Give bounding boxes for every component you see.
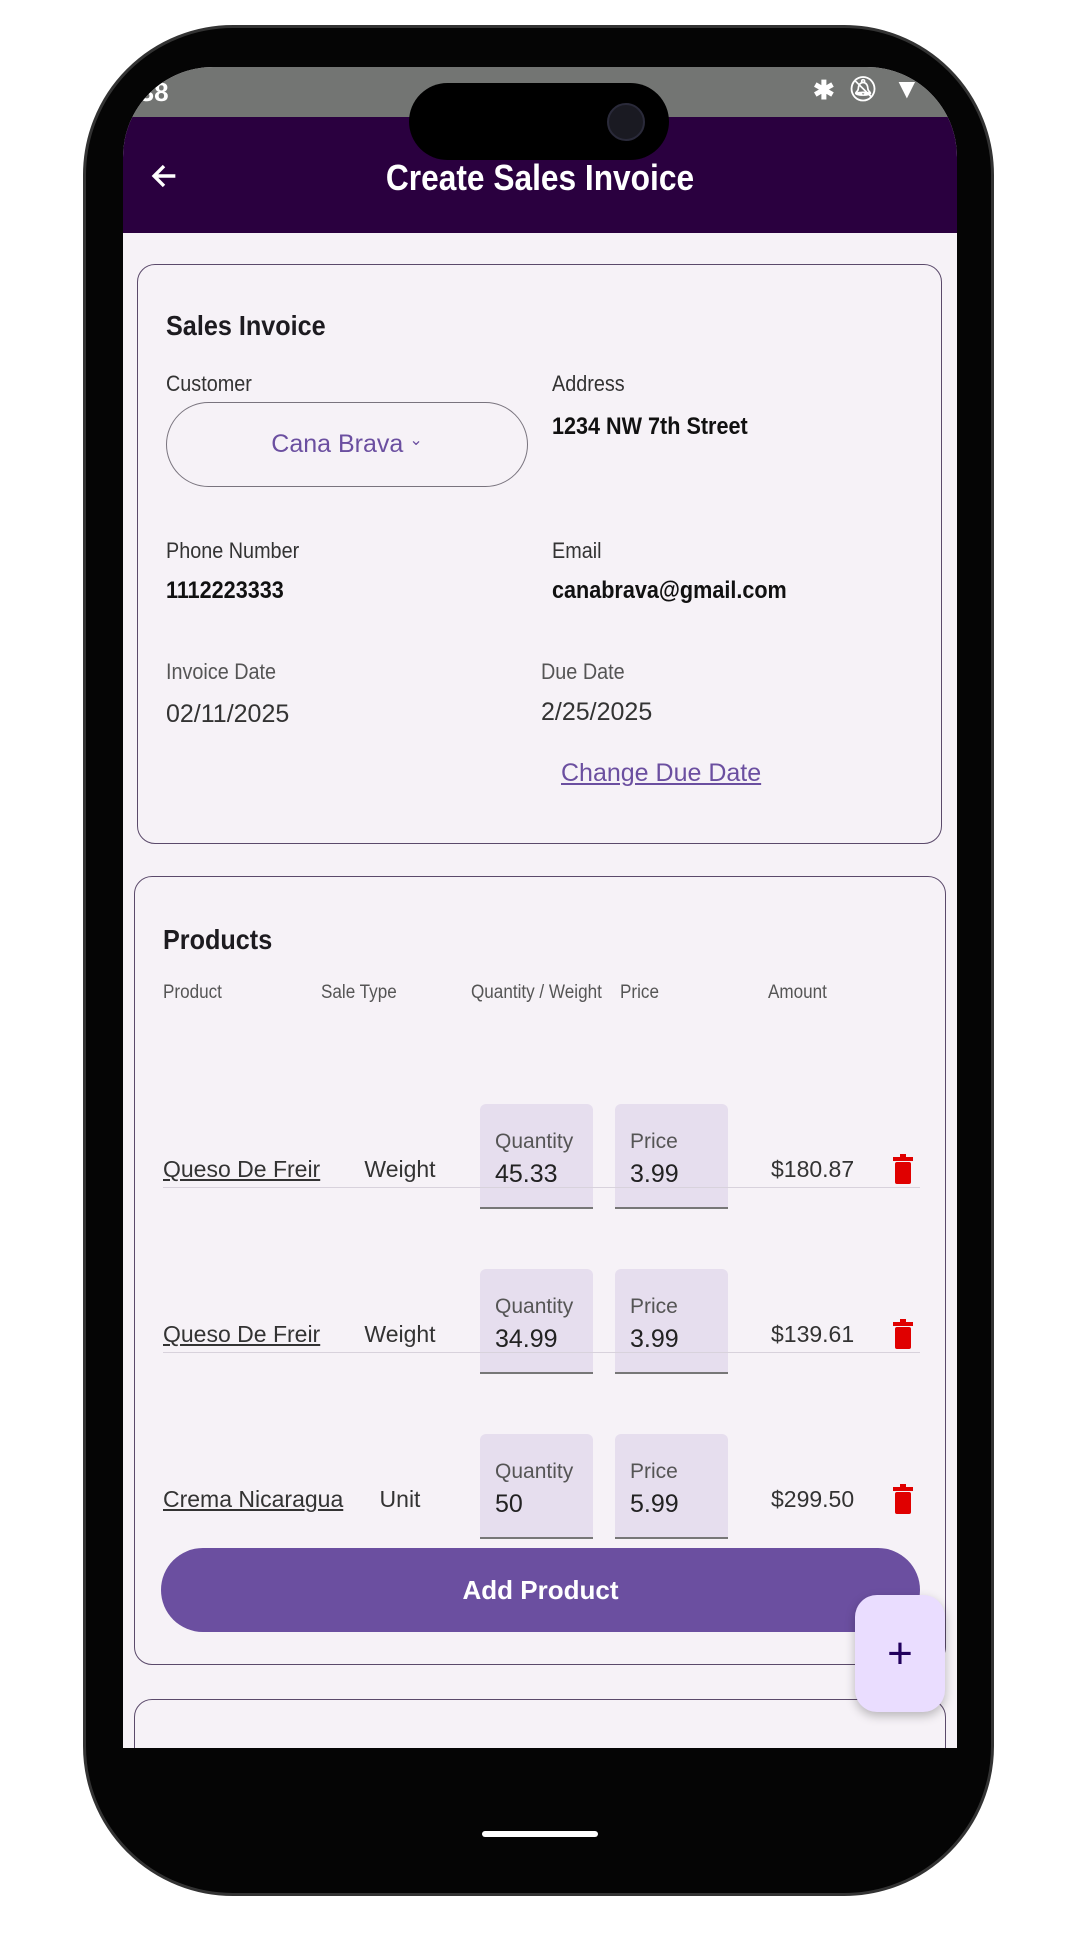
home-indicator[interactable] [482, 1831, 598, 1837]
camera-cutout [409, 83, 669, 160]
quantity-field[interactable]: Quantity 45.33 [480, 1104, 593, 1209]
quantity-field-label: Quantity [495, 1460, 574, 1483]
price-field-value: 3.99 [630, 1160, 679, 1188]
chevron-down-icon: ⌄ [409, 431, 423, 449]
column-price: Price [620, 982, 659, 1003]
product-link[interactable]: Queso De Freir [163, 1156, 320, 1183]
price-field-label: Price [630, 1460, 678, 1483]
column-sale-type: Sale Type [321, 982, 397, 1003]
row-divider [163, 1352, 920, 1353]
camera-icon [607, 103, 645, 141]
price-field[interactable]: Price 3.99 [615, 1269, 728, 1374]
email-value: canabrava@gmail.com [552, 577, 787, 604]
price-field-value: 3.99 [630, 1325, 679, 1353]
trash-icon[interactable] [893, 1319, 913, 1349]
customer-dropdown[interactable]: Cana Brava ⌄ [166, 402, 528, 487]
amount: $180.87 [771, 1156, 855, 1182]
sale-type: Weight [364, 1321, 436, 1347]
price-field-label: Price [630, 1295, 678, 1318]
page-title: Create Sales Invoice [385, 157, 695, 198]
invoice-date-label: Invoice Date [166, 659, 277, 684]
quantity-field-value: 45.33 [495, 1160, 558, 1188]
customer-label: Customer [166, 371, 252, 396]
next-card [134, 1699, 946, 1748]
sale-type: Weight [364, 1156, 436, 1182]
bluetooth-icon: ✱ [813, 75, 835, 105]
price-field-value: 5.99 [630, 1490, 679, 1518]
column-product: Product [163, 982, 222, 1003]
due-date-value: 2/25/2025 [541, 698, 653, 726]
price-field-label: Price [630, 1130, 678, 1153]
invoice-heading: Sales Invoice [166, 310, 326, 341]
quantity-field-label: Quantity [495, 1130, 574, 1153]
status-time: :38 [131, 77, 169, 107]
trash-icon[interactable] [893, 1154, 913, 1184]
phone-value: 1112223333 [166, 577, 284, 604]
quantity-field-value: 34.99 [495, 1325, 558, 1353]
price-field[interactable]: Price 5.99 [615, 1434, 728, 1539]
product-link[interactable]: Crema Nicaragua [163, 1486, 343, 1513]
phone-label: Phone Number [166, 538, 300, 563]
fab-add-button[interactable]: + [855, 1595, 945, 1712]
quantity-field-value: 50 [495, 1490, 523, 1518]
address-label: Address [552, 371, 625, 396]
quantity-field[interactable]: Quantity 34.99 [480, 1269, 593, 1374]
sale-type: Unit [379, 1486, 421, 1512]
quantity-field-label: Quantity [495, 1295, 574, 1318]
invoice-date-value: 02/11/2025 [166, 700, 290, 728]
plus-icon: + [887, 1628, 913, 1678]
product-link[interactable]: Queso De Freir [163, 1321, 320, 1348]
due-date-label: Due Date [541, 659, 625, 684]
quantity-field[interactable]: Quantity 50 [480, 1434, 593, 1539]
screen: :38 ✱ 🔕︎ ▼ Create Sales Invoice Sales In… [123, 67, 957, 1748]
customer-value: Cana Brava [271, 430, 404, 458]
column-amount: Amount [768, 982, 827, 1003]
add-product-label: Add Product [462, 1574, 619, 1605]
email-label: Email [552, 538, 602, 563]
amount: $139.61 [771, 1321, 855, 1347]
price-field[interactable]: Price 3.99 [615, 1104, 728, 1209]
row-divider [163, 1187, 920, 1188]
trash-icon[interactable] [893, 1484, 913, 1514]
column-quantity-weight: Quantity / Weight [471, 982, 602, 1003]
add-product-button[interactable]: Add Product [161, 1548, 920, 1632]
products-heading: Products [163, 924, 273, 955]
amount: $299.50 [771, 1486, 855, 1512]
address-value: 1234 NW 7th Street [552, 413, 748, 440]
change-due-date-link[interactable]: Change Due Date [561, 759, 761, 788]
bell-off-icon: 🔕︎ [848, 76, 879, 103]
wifi-icon: ▼ [893, 73, 921, 104]
